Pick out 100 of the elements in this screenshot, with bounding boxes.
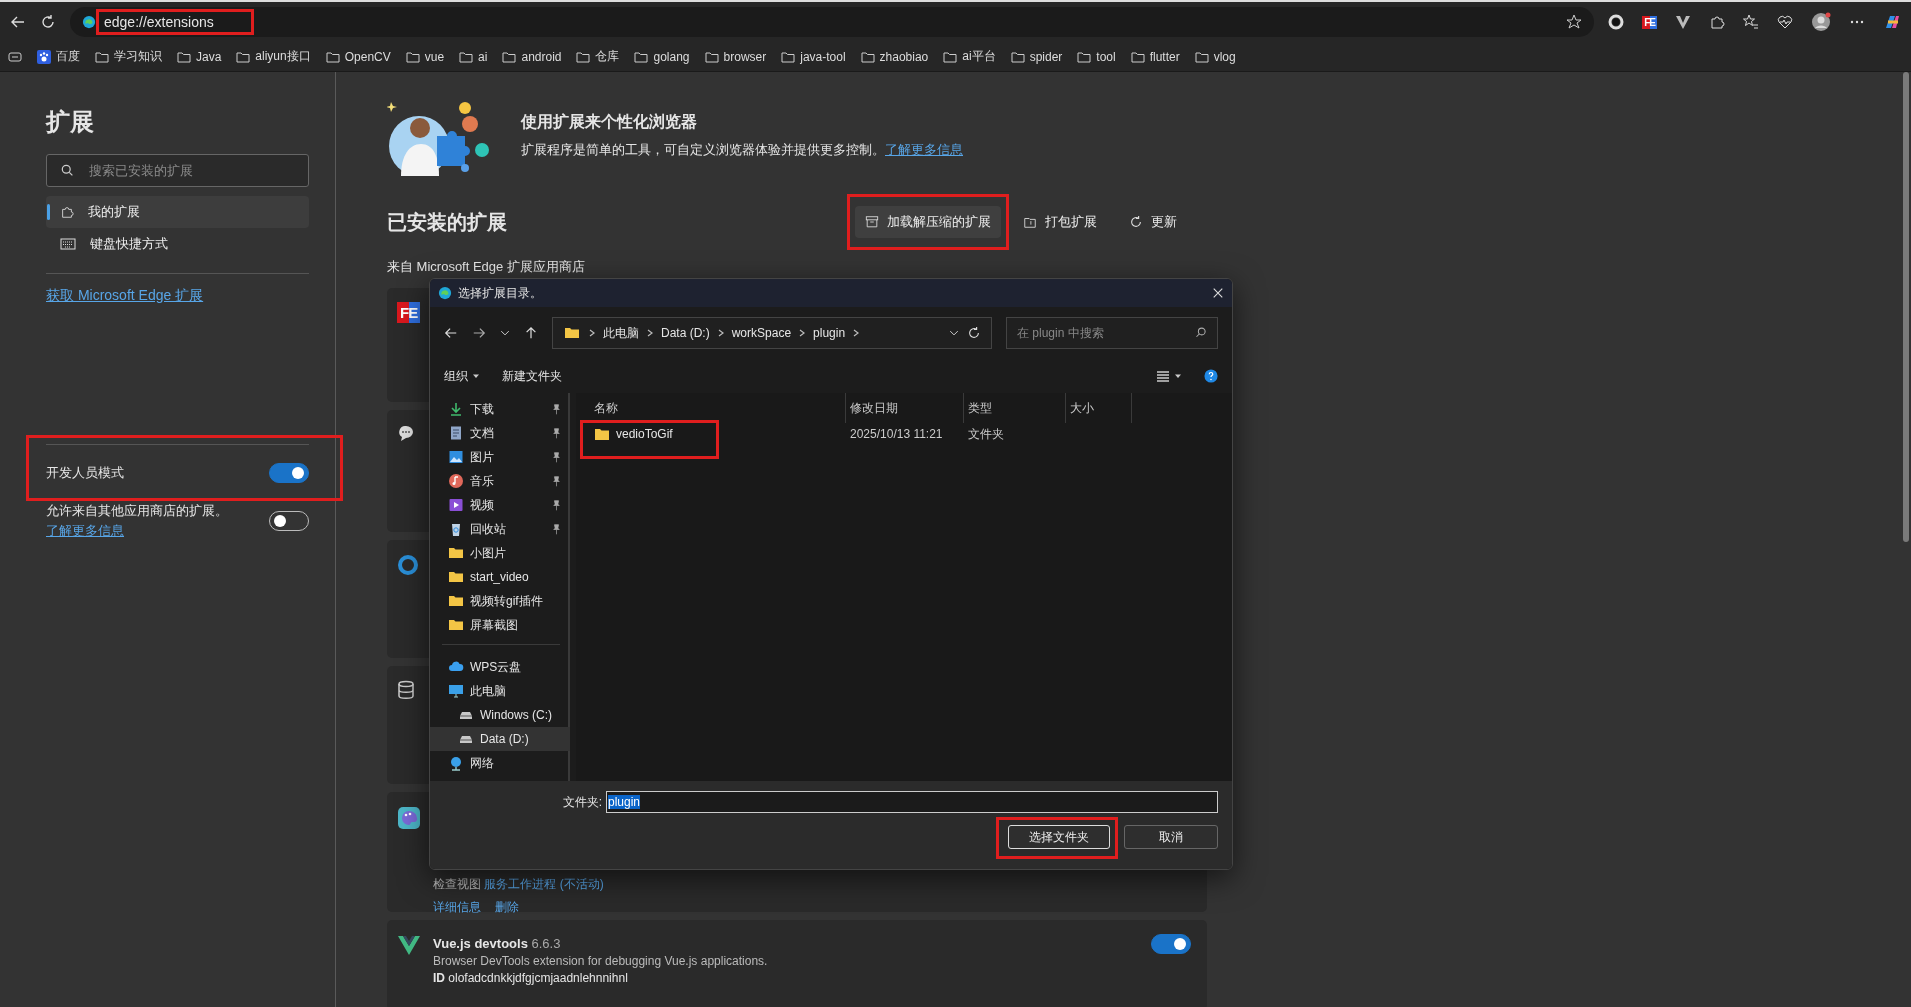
- bookmark[interactable]: ai平台: [943, 48, 996, 65]
- sidebar-item[interactable]: 键盘快捷方式: [46, 228, 309, 260]
- column-header[interactable]: 大小: [1066, 393, 1132, 423]
- monitor-icon: [448, 683, 464, 699]
- bookmark[interactable]: java-tool: [781, 49, 846, 64]
- path-bar[interactable]: 此电脑 Data (D:) workSpace plugin: [552, 317, 992, 349]
- sparkle-logo-icon[interactable]: [1883, 13, 1901, 31]
- nav-item[interactable]: 网络: [430, 751, 570, 775]
- path-segment[interactable]: workSpace: [731, 326, 792, 340]
- bookmark[interactable]: tool: [1077, 49, 1116, 64]
- nav-item[interactable]: 下载: [430, 397, 570, 421]
- collections-icon[interactable]: [8, 50, 22, 63]
- bookmark[interactable]: aliyun接口: [236, 48, 311, 65]
- bookmark[interactable]: golang: [634, 49, 690, 64]
- close-button[interactable]: [1212, 287, 1224, 299]
- bookmark[interactable]: OpenCV: [325, 49, 391, 64]
- chat-bubble-icon: [397, 424, 415, 442]
- bookmark[interactable]: vue: [405, 49, 445, 64]
- up-button[interactable]: [524, 326, 538, 340]
- nav-item[interactable]: 小图片: [430, 541, 570, 565]
- toggle-switch[interactable]: [1151, 934, 1191, 954]
- nav-item[interactable]: start_video: [430, 565, 570, 589]
- column-header[interactable]: 类型: [964, 393, 1066, 423]
- folder-icon: [502, 50, 517, 63]
- nav-item[interactable]: Data (D:): [430, 727, 570, 751]
- nav-item[interactable]: Windows (C:): [430, 703, 570, 727]
- nav-item[interactable]: 回收站: [430, 517, 570, 541]
- list-view-icon: [1156, 370, 1170, 382]
- action-button[interactable]: 加载解压缩的扩展: [855, 206, 1001, 238]
- path-segment[interactable]: plugin: [813, 326, 846, 340]
- favorites-icon[interactable]: [1743, 14, 1759, 30]
- bookmark[interactable]: vlog: [1194, 49, 1236, 64]
- nav-item[interactable]: 视频: [430, 493, 570, 517]
- bookmark[interactable]: 仓库: [576, 48, 620, 65]
- forward-icon: [472, 326, 486, 340]
- dialog-button[interactable]: 选择文件夹: [1008, 825, 1110, 849]
- new-folder-button[interactable]: 新建文件夹: [502, 367, 562, 385]
- nav-item[interactable]: 文档: [430, 421, 570, 445]
- nav-item[interactable]: 此电脑: [430, 679, 570, 703]
- dialog-button[interactable]: 取消: [1124, 825, 1218, 849]
- card-link[interactable]: 删除: [495, 899, 519, 916]
- toggle-switch[interactable]: [269, 463, 309, 483]
- bookmark[interactable]: spider: [1010, 49, 1063, 64]
- back-icon[interactable]: [10, 14, 26, 30]
- folder-icon: [95, 50, 109, 63]
- bookmark[interactable]: 百度: [37, 48, 80, 65]
- ring-icon[interactable]: [1608, 14, 1625, 30]
- nav-item[interactable]: 图片: [430, 445, 570, 469]
- card-link[interactable]: 详细信息: [433, 899, 481, 916]
- paw-icon: [37, 49, 51, 64]
- v-shape-icon[interactable]: [1675, 14, 1691, 30]
- path-segment[interactable]: 此电脑: [603, 324, 639, 342]
- avatar-icon[interactable]: [1811, 12, 1831, 32]
- bookmark[interactable]: Java: [177, 49, 222, 64]
- page-title: 扩展: [46, 107, 95, 137]
- column-header[interactable]: 名称: [590, 393, 846, 423]
- search-field[interactable]: 在 plugin 中搜索: [1006, 317, 1218, 349]
- bookmark[interactable]: android: [502, 49, 562, 64]
- organize-menu[interactable]: 组织: [444, 367, 480, 385]
- bookmark[interactable]: 学习知识: [95, 48, 162, 65]
- chevron-down-icon[interactable]: [949, 328, 959, 338]
- bookmark[interactable]: flutter: [1130, 49, 1180, 64]
- nav-item[interactable]: 视频转gif插件: [430, 589, 570, 613]
- nav-item[interactable]: 屏幕截图: [430, 613, 570, 637]
- back-button[interactable]: [444, 326, 458, 340]
- file-name[interactable]: vedioToGif: [590, 423, 679, 445]
- sidebar-item[interactable]: 我的扩展: [46, 196, 309, 228]
- extension-icon[interactable]: FE: [1642, 15, 1657, 29]
- search-field[interactable]: 搜索已安装的扩展: [46, 154, 309, 187]
- store-link[interactable]: 获取 Microsoft Edge 扩展: [46, 287, 204, 303]
- refresh-icon[interactable]: [40, 14, 56, 30]
- column-header[interactable]: 修改日期: [846, 393, 964, 423]
- path-segment[interactable]: Data (D:): [661, 326, 710, 340]
- ring-icon: [397, 554, 419, 576]
- puzzle-icon[interactable]: [1709, 14, 1725, 30]
- learn-more-link[interactable]: 了解更多信息: [885, 142, 963, 157]
- folder-field[interactable]: plugin: [606, 791, 1218, 813]
- address-bar[interactable]: edge://extensions: [70, 7, 1595, 37]
- service-worker-link[interactable]: 服务工作进程 (不活动): [484, 877, 604, 891]
- nav-item[interactable]: 音乐: [430, 469, 570, 493]
- star-icon[interactable]: [1566, 14, 1583, 30]
- action-button[interactable]: 打包扩展: [1013, 206, 1107, 238]
- view-menu[interactable]: [1156, 370, 1182, 382]
- scrollbar[interactable]: [1903, 72, 1909, 542]
- heart-pulse-icon[interactable]: [1777, 14, 1793, 30]
- bookmark[interactable]: zhaobiao: [860, 49, 929, 64]
- document-icon: [448, 425, 464, 441]
- bookmark[interactable]: ai: [459, 49, 488, 64]
- folder-icon: [448, 593, 464, 609]
- bookmark[interactable]: browser: [704, 49, 767, 64]
- nav-item[interactable]: WPS云盘: [430, 655, 570, 679]
- history-button[interactable]: [500, 328, 510, 338]
- forward-button[interactable]: [472, 326, 486, 340]
- refresh-icon[interactable]: [967, 326, 981, 340]
- pin-icon: [551, 523, 562, 535]
- action-button[interactable]: 更新: [1119, 206, 1187, 238]
- learn-more-link[interactable]: 了解更多信息: [46, 523, 124, 538]
- v-shape-icon: [397, 934, 421, 956]
- chevron-right-icon: [853, 329, 860, 337]
- help-icon[interactable]: [1204, 369, 1218, 383]
